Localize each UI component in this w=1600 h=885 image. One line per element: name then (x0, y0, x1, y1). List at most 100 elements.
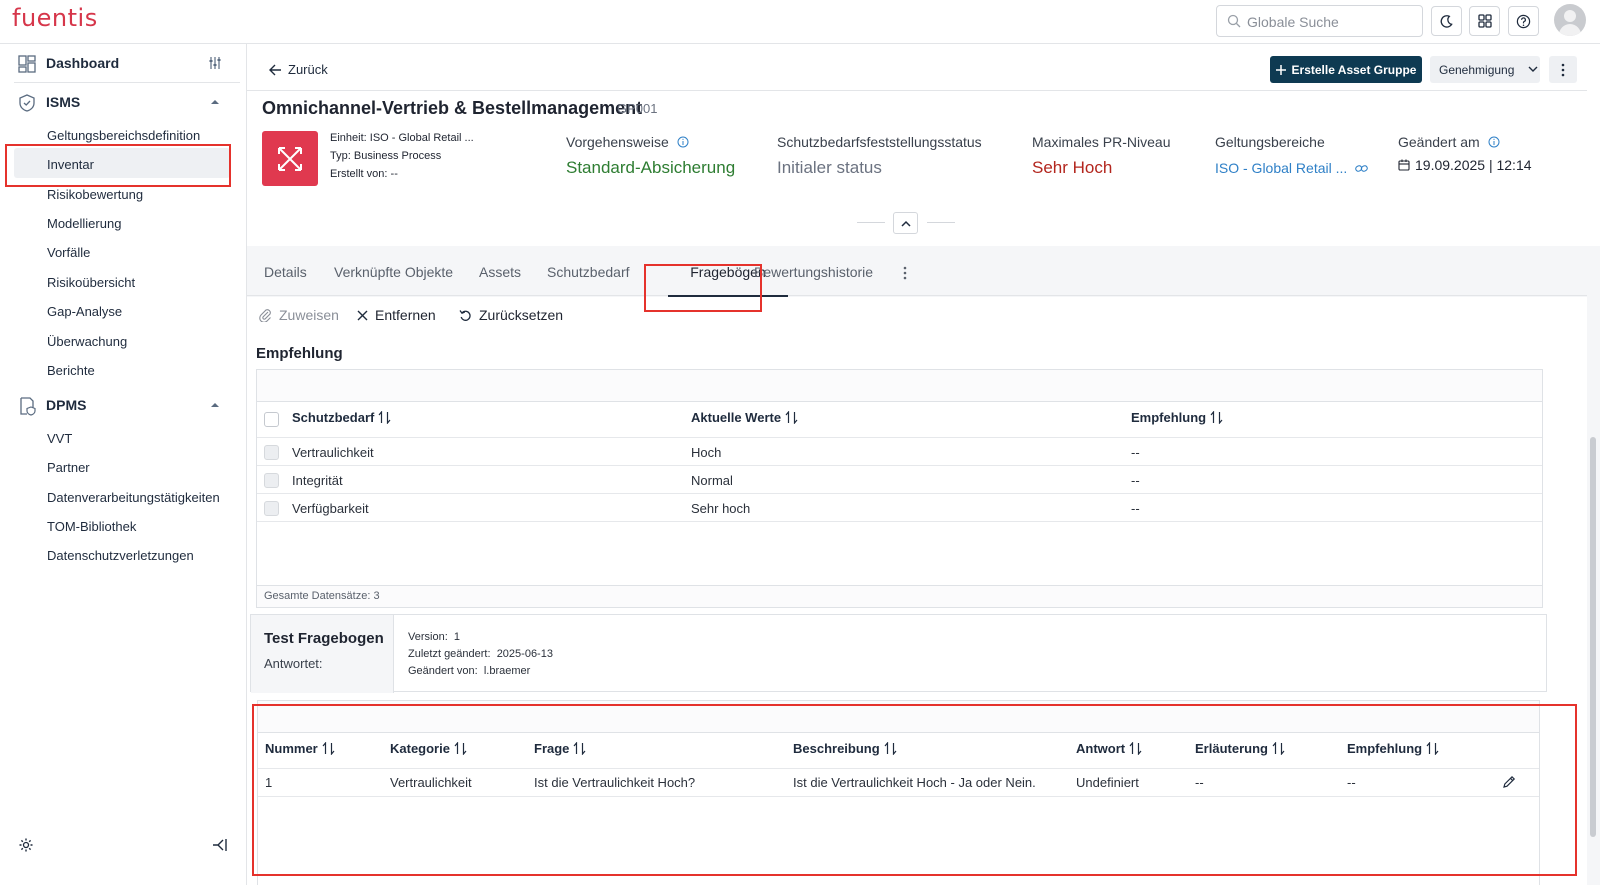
business-process-icon (262, 131, 318, 186)
tab-schutzbedarf[interactable]: Schutzbedarf (547, 264, 630, 280)
apps-grid-icon (1477, 14, 1492, 28)
sidebar-item-tom-bibliothek[interactable]: TOM-Bibliothek (47, 519, 136, 534)
collapse-header-button[interactable] (893, 212, 918, 234)
sidebar-item-datenverarbeitungstaetigkeiten[interactable]: Datenverarbeitungstätigkeiten (47, 490, 220, 505)
tab-details[interactable]: Details (264, 264, 307, 280)
meta-typ-value: Business Process (353, 150, 442, 162)
shield-icon (19, 94, 35, 112)
table-footer: Gesamte Datensätze: 3 (257, 585, 1542, 607)
search-input[interactable] (1247, 12, 1417, 32)
status-label-row: Schutzbedarfsfeststellungsstatus (777, 134, 982, 150)
meta-einheit-value: ISO - Global Retail ... (369, 132, 474, 144)
cell-aktuelle-werte: Normal (691, 473, 733, 488)
questionnaire-card: Test Fragebogen Antwortet: Version: 1 Zu… (250, 614, 1547, 693)
tab-assets[interactable]: Assets (479, 264, 521, 280)
approval-dropdown[interactable]: Genehmigung (1430, 56, 1540, 83)
global-search[interactable] (1216, 5, 1423, 37)
questionnaire-last-changed: Zuletzt geändert: 2025-06-13 (408, 648, 553, 660)
changed-label: Zuletzt geändert: (408, 648, 491, 660)
approval-label: Genehmigung (1439, 62, 1515, 77)
sort-icon (378, 411, 391, 424)
cell-aktuelle-werte: Hoch (691, 445, 722, 460)
cell-schutzbedarf: Integrität (292, 473, 343, 488)
col-header-label: Empfehlung (1131, 410, 1207, 425)
cell-aktuelle-werte: Sehr hoch (691, 501, 751, 516)
row-checkbox[interactable] (264, 445, 279, 460)
sidebar-item-risikobewertung[interactable]: Risikobewertung (47, 187, 143, 202)
meta-erstellt: Erstellt von: -- (330, 168, 398, 180)
sidebar-section-isms[interactable]: ISMS (0, 86, 240, 118)
dark-mode-button[interactable] (1431, 6, 1462, 36)
sidebar-item-partner[interactable]: Partner (47, 460, 90, 475)
col-header-schutzbedarf[interactable]: Schutzbedarf (292, 410, 391, 425)
user-avatar[interactable] (1554, 4, 1586, 36)
create-asset-group-button[interactable]: Erstelle Asset Gruppe (1270, 56, 1422, 83)
meta-einheit: Einheit: ISO - Global Retail ... (330, 132, 474, 144)
questions-table-highlight-box (252, 704, 1577, 876)
sidebar-item-modellierung[interactable]: Modellierung (47, 216, 121, 231)
remove-label: Entfernen (375, 307, 436, 323)
link-icon (1355, 164, 1369, 172)
assign-button[interactable]: Zuweisen (259, 307, 339, 323)
tab-verknuepfte-objekte[interactable]: Verknüpfte Objekte (334, 264, 453, 280)
apps-button[interactable] (1469, 6, 1500, 36)
col-header-label: Aktuelle Werte (691, 410, 782, 425)
sidebar-section-dpms[interactable]: DPMS (0, 389, 240, 421)
version-label: Version: (408, 631, 448, 643)
info-icon[interactable] (677, 136, 689, 148)
sidebar-item-vvt[interactable]: VVT (47, 431, 72, 446)
chevron-up-icon[interactable] (208, 95, 222, 109)
tabs-more-icon[interactable] (903, 266, 907, 280)
sidebar-item-geltungsbereichsdefinition[interactable]: Geltungsbereichsdefinition (47, 128, 200, 143)
questionnaire-version: Version: 1 (408, 631, 460, 643)
pr-niveau-label-row: Maximales PR-Niveau (1032, 134, 1170, 150)
geltungsbereiche-label-row: Geltungsbereiche (1215, 134, 1325, 150)
tab-bewertungshistorie[interactable]: Bewertungshistorie (754, 264, 873, 280)
pr-niveau-value: Sehr Hoch (1032, 158, 1113, 177)
create-asset-group-label: Erstelle Asset Gruppe (1291, 62, 1417, 77)
table-toolbar (257, 370, 1542, 402)
reset-button[interactable]: Zurücksetzen (459, 307, 563, 323)
geaendert-label: Geändert am (1398, 134, 1480, 150)
col-header-empfehlung[interactable]: Empfehlung (1131, 410, 1223, 425)
recommendation-table: Schutzbedarf Aktuelle Werte Empfehlung V… (256, 369, 1543, 608)
dashboard-icon (18, 55, 36, 73)
geltungsbereiche-value: ISO - Global Retail ... (1215, 160, 1348, 176)
sidebar-item-ueberwachung[interactable]: Überwachung (47, 334, 127, 349)
chevron-up-icon[interactable] (208, 398, 222, 412)
sidebar-item-datenschutzverletzungen[interactable]: Datenschutzverletzungen (47, 548, 194, 563)
top-bar: fuentis (0, 0, 1600, 44)
isms-label: ISMS (46, 94, 81, 110)
calendar-icon (1398, 159, 1410, 171)
back-link[interactable]: Zurück (269, 62, 328, 77)
inventar-highlight-box (5, 144, 231, 187)
row-checkbox[interactable] (264, 501, 279, 516)
status-value: Initialer status (777, 158, 882, 177)
action-bar: Zuweisen Entfernen Zurücksetzen (247, 297, 1587, 337)
sidebar-item-gap-analyse[interactable]: Gap-Analyse (47, 304, 122, 319)
sidebar-item-berichte[interactable]: Berichte (47, 363, 95, 378)
customize-icon[interactable] (208, 56, 222, 70)
col-header-aktuelle-werte[interactable]: Aktuelle Werte (691, 410, 798, 425)
settings-gear-icon[interactable] (18, 837, 34, 853)
dashboard-label: Dashboard (46, 55, 120, 71)
collapse-sidebar-icon[interactable] (212, 837, 228, 853)
changed-by-value: l.braemer (483, 665, 531, 677)
asset-code: GP001 (617, 101, 658, 116)
back-label: Zurück (288, 62, 328, 77)
app-logo[interactable]: fuentis (12, 4, 98, 32)
sidebar-dashboard[interactable]: Dashboard (0, 47, 240, 79)
geltungsbereiche-link[interactable]: ISO - Global Retail ... (1215, 160, 1369, 176)
help-button[interactable] (1508, 6, 1539, 36)
content-scrollbar[interactable] (1590, 437, 1596, 837)
info-icon[interactable] (1488, 136, 1500, 148)
sidebar-item-vorfaelle[interactable]: Vorfälle (47, 245, 90, 260)
status-label: Schutzbedarfsfeststellungsstatus (777, 134, 982, 150)
remove-button[interactable]: Entfernen (357, 307, 436, 323)
select-all-checkbox[interactable] (264, 412, 279, 427)
row-checkbox[interactable] (264, 473, 279, 488)
more-options-button[interactable] (1549, 56, 1577, 83)
frageboegen-tab-highlight-box (644, 264, 762, 312)
sidebar-item-risikouebersicht[interactable]: Risikoübersicht (47, 275, 135, 290)
questionnaire-answered: Antwortet: (264, 656, 323, 671)
